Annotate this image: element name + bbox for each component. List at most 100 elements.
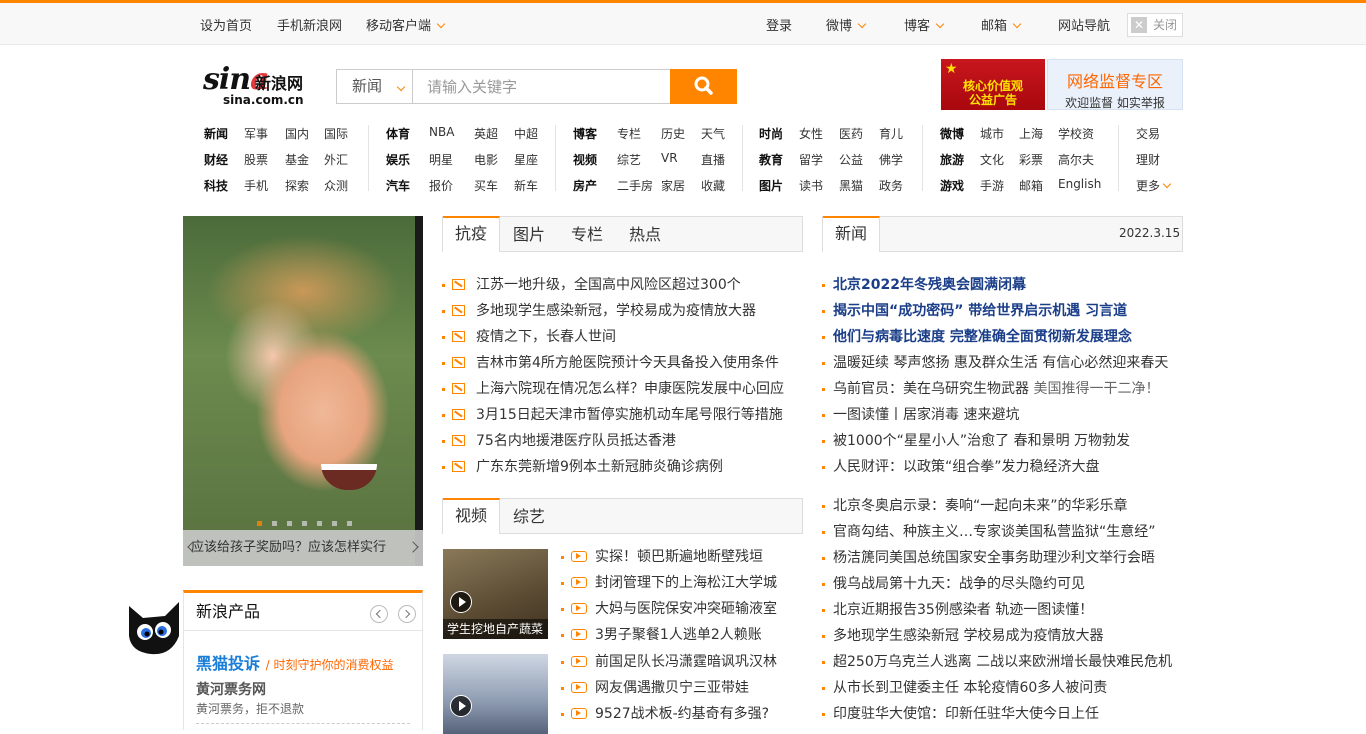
tab-热点[interactable]: 热点 <box>617 217 673 252</box>
news-item-text[interactable]: 人民财评：以政策“组合拳”发力稳经济大盘 <box>833 457 1100 477</box>
tab-news[interactable]: 新闻 <box>823 216 881 252</box>
nav-link[interactable]: 天气 <box>701 125 725 142</box>
products-next-button[interactable] <box>398 605 416 623</box>
list-item-text[interactable]: 江苏一地升级，全国高中风险区超过300个 <box>476 275 741 295</box>
news-item-text[interactable]: 一图读懂丨居家消毒 速来避坑 <box>833 405 1019 425</box>
video-item-text[interactable]: 封闭管理下的上海松江大学城 <box>595 573 777 593</box>
nav-link[interactable]: 财经 <box>204 151 228 168</box>
slider-dot[interactable] <box>317 521 322 526</box>
nav-link[interactable]: 中超 <box>514 125 538 142</box>
nav-link[interactable]: 外汇 <box>324 151 348 168</box>
public-service-ad[interactable]: ★ 核心价值观 公益广告 <box>941 59 1045 110</box>
nav-link[interactable]: 众测 <box>324 177 348 194</box>
nav-link[interactable]: NBA <box>429 125 454 139</box>
nav-link[interactable]: 新闻 <box>204 125 228 142</box>
video-item-text[interactable]: 前国足队长冯潇霆暗讽巩汉林 <box>595 652 777 672</box>
nav-link[interactable]: 公益 <box>839 151 863 168</box>
nav-link[interactable]: 更多 <box>1136 177 1172 194</box>
nav-link[interactable]: 微博 <box>940 125 964 142</box>
list-item-text[interactable]: 疫情之下，长春人世间 <box>476 327 616 347</box>
nav-link[interactable]: 体育 <box>386 125 410 142</box>
slider-dot[interactable] <box>287 521 292 526</box>
nav-link[interactable]: 旅游 <box>940 151 964 168</box>
nav-link[interactable]: 历史 <box>661 125 685 142</box>
nav-link[interactable]: 彩票 <box>1019 151 1043 168</box>
headline-text[interactable]: 揭示中国“成功密码” 带给世界启示机遇 习言道 <box>833 301 1127 321</box>
nav-link[interactable]: 娱乐 <box>386 151 410 168</box>
nav-link[interactable]: 手机 <box>244 177 268 194</box>
news-item-text[interactable]: 俄乌战局第十九天：战争的尽头隐约可见 <box>833 574 1085 594</box>
products-prev-button[interactable] <box>370 605 388 623</box>
sina-logo[interactable]: sina 新浪网 sina.com.cn <box>203 60 313 108</box>
nav-link[interactable]: 二手房 <box>617 177 653 194</box>
nav-link[interactable]: 学校资 <box>1058 125 1094 142</box>
mail-menu[interactable]: 邮箱 <box>981 15 1022 34</box>
news-item-text[interactable]: 官商勾结、种族主义…专家谈美国私营监狱“生意经” <box>833 522 1156 542</box>
video-thumbnail[interactable]: 学生挖地自产蔬菜 <box>443 549 548 639</box>
nav-link[interactable]: 英超 <box>474 125 498 142</box>
slider-dot[interactable] <box>257 521 262 526</box>
nav-link[interactable]: 游戏 <box>940 177 964 194</box>
nav-link[interactable]: 教育 <box>759 151 783 168</box>
search-button[interactable] <box>670 69 737 104</box>
site-nav-link[interactable]: 网站导航 <box>1058 15 1110 34</box>
nav-link[interactable]: 星座 <box>514 151 538 168</box>
video-item-text[interactable]: 3男子聚餐1人逃单2人赖账 <box>595 625 762 645</box>
mobile-sina-link[interactable]: 手机新浪网 <box>277 15 342 34</box>
list-item-text[interactable]: 75名内地援港医疗队员抵达香港 <box>476 431 676 451</box>
nav-link[interactable]: 直播 <box>701 151 725 168</box>
nav-link[interactable]: 科技 <box>204 177 228 194</box>
video-item-text[interactable]: 实探！顿巴斯遍地断壁残垣 <box>595 547 763 567</box>
news-item-text[interactable]: 被1000个“星星小人”治愈了 春和景明 万物勃发 <box>833 431 1130 451</box>
set-homepage-link[interactable]: 设为首页 <box>200 15 252 34</box>
nav-link[interactable]: 明星 <box>429 151 453 168</box>
slider-dot[interactable] <box>272 521 277 526</box>
tab-视频[interactable]: 视频 <box>443 498 501 534</box>
video-thumbnail[interactable] <box>443 654 548 734</box>
news-item-text[interactable]: 北京冬奥启示录：奏响“一起向未来”的华彩乐章 <box>833 496 1128 516</box>
nav-link[interactable]: 城市 <box>980 125 1004 142</box>
nav-link[interactable]: 报价 <box>429 177 453 194</box>
close-button[interactable]: ✕ 关闭 <box>1127 13 1183 37</box>
nav-link[interactable]: 上海 <box>1019 125 1043 142</box>
nav-link[interactable]: VR <box>661 151 678 165</box>
nav-link[interactable]: 育儿 <box>879 125 903 142</box>
news-item-text[interactable]: 超250万乌克兰人逃离 二战以来欧洲增长最快难民危机 <box>833 652 1172 672</box>
nav-link[interactable]: 股票 <box>244 151 268 168</box>
list-item-text[interactable]: 吉林市第4所方舱医院预计今天具备投入使用条件 <box>476 353 779 373</box>
video-item-text[interactable]: 网友偶遇撒贝宁三亚带娃 <box>595 678 749 698</box>
news-item-text[interactable]: 杨洁篪同美国总统国家安全事务助理沙利文举行会晤 <box>833 548 1155 568</box>
video-item-text[interactable]: 大妈与医院保安冲突砸输液室 <box>595 599 777 619</box>
slider-dot[interactable] <box>332 521 337 526</box>
nav-link[interactable]: 医药 <box>839 125 863 142</box>
nav-link[interactable]: 探索 <box>285 177 309 194</box>
video-item-text[interactable]: 9527战术板-约基奇有多强? <box>595 704 769 724</box>
nav-link[interactable]: 收藏 <box>701 177 725 194</box>
nav-link[interactable]: 理财 <box>1136 151 1160 168</box>
nav-link[interactable]: 图片 <box>759 177 783 194</box>
tab-抗疫[interactable]: 抗疫 <box>443 216 501 252</box>
tab-专栏[interactable]: 专栏 <box>559 217 615 252</box>
blog-menu[interactable]: 博客 <box>904 15 945 34</box>
search-input[interactable] <box>414 70 670 103</box>
nav-link[interactable]: 女性 <box>799 125 823 142</box>
supervision-banner[interactable]: 网络监督专区 欢迎监督 如实举报 <box>1047 59 1183 110</box>
nav-link[interactable]: 黑猫 <box>839 177 863 194</box>
list-item-text[interactable]: 多地现学生感染新冠，学校易成为疫情放大器 <box>476 301 756 321</box>
nav-link[interactable]: 留学 <box>799 151 823 168</box>
news-item-text[interactable]: 多地现学生感染新冠 学校易成为疫情放大器 <box>833 626 1103 646</box>
tab-图片[interactable]: 图片 <box>501 217 557 252</box>
nav-link[interactable]: 买车 <box>474 177 498 194</box>
nav-link[interactable]: 房产 <box>573 177 597 194</box>
nav-link[interactable]: 读书 <box>799 177 823 194</box>
slider-dot[interactable] <box>347 521 352 526</box>
nav-link[interactable]: 家居 <box>661 177 685 194</box>
news-item-text[interactable]: 从市长到卫健委主任 本轮疫情60多人被问责 <box>833 678 1107 698</box>
photo-slider[interactable]: 应该给孩子奖励吗？应该怎样实行 <box>183 216 423 566</box>
nav-link[interactable]: 视频 <box>573 151 597 168</box>
nav-link[interactable]: 基金 <box>285 151 309 168</box>
mobile-client-menu[interactable]: 移动客户端 <box>366 15 446 34</box>
nav-link[interactable]: 手游 <box>980 177 1004 194</box>
news-item-text[interactable]: 北京近期报告35例感染者 轨迹一图读懂！ <box>833 600 1093 620</box>
nav-link[interactable]: 电影 <box>474 151 498 168</box>
